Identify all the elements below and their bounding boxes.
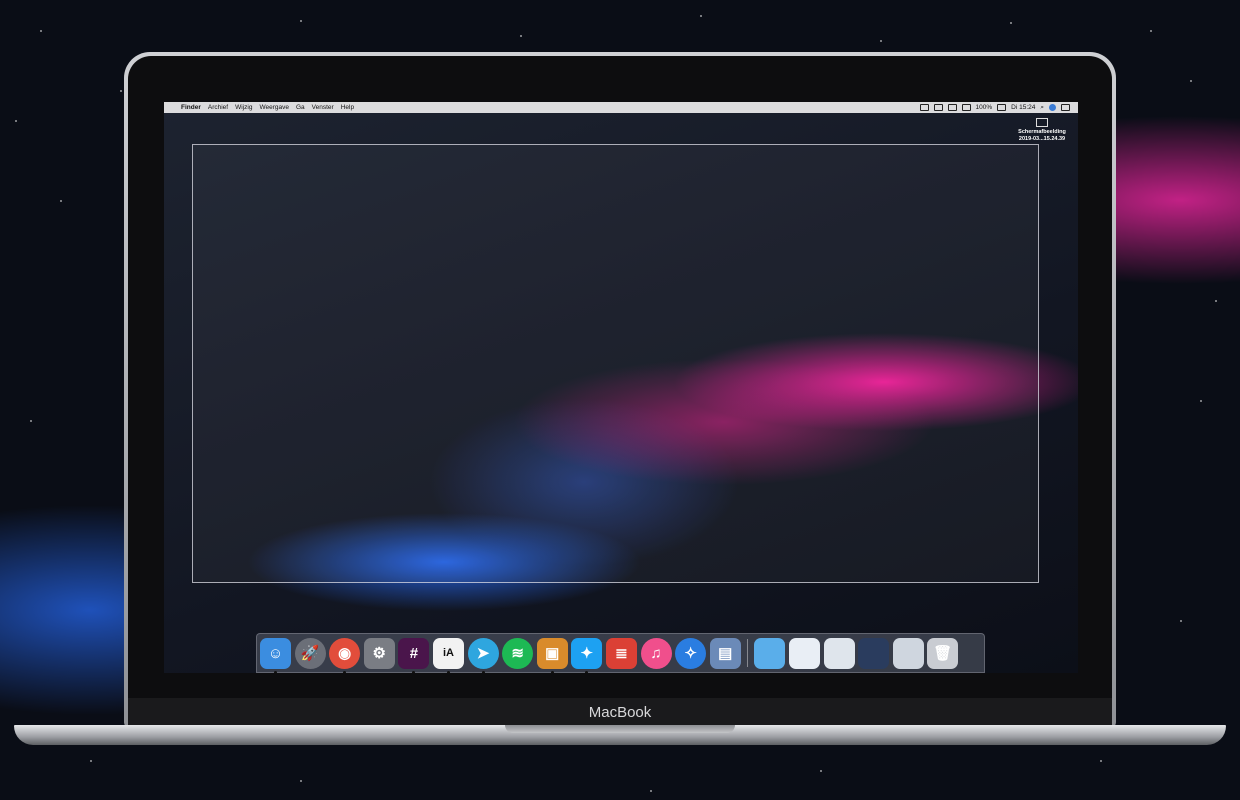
macos-screen: Finder Archief Wijzig Weergave Ga Venste… bbox=[164, 102, 1078, 673]
running-indicator bbox=[550, 670, 554, 673]
minimized-window-icon[interactable] bbox=[823, 637, 855, 669]
safari-icon[interactable]: ✧ bbox=[675, 637, 707, 669]
menu-help[interactable]: Help bbox=[341, 102, 354, 113]
desktop-file[interactable]: Schermafbeelding 2019-03...15.24.39 bbox=[1012, 118, 1072, 143]
star bbox=[1200, 400, 1202, 402]
dock: ☺ 🚀 ◉ ⚙ # iA ➤ ≋ ▣ ✦ ≣ ♫ ✧ ▤ 🗑 bbox=[256, 633, 985, 673]
star bbox=[700, 15, 702, 17]
running-indicator bbox=[412, 670, 416, 673]
star bbox=[90, 760, 92, 762]
airplay-icon[interactable] bbox=[919, 104, 929, 111]
bottom-bezel: MacBook bbox=[128, 698, 1112, 726]
menu-finder[interactable]: Finder bbox=[181, 102, 201, 113]
trash-icon[interactable]: 🗑 bbox=[927, 637, 959, 669]
star bbox=[120, 90, 122, 92]
star bbox=[1100, 760, 1102, 762]
screenshot-selection-rectangle[interactable] bbox=[192, 144, 1039, 583]
star bbox=[300, 20, 302, 22]
spotlight-icon[interactable]: ⌕ bbox=[1040, 104, 1044, 112]
itunes-icon[interactable]: ♫ bbox=[640, 637, 672, 669]
star bbox=[15, 120, 17, 122]
siri-icon[interactable] bbox=[1049, 104, 1056, 111]
preview-icon[interactable]: ▣ bbox=[536, 637, 568, 673]
chrome-icon[interactable]: ◉ bbox=[329, 637, 361, 673]
menu-venster[interactable]: Venster bbox=[312, 102, 334, 113]
minimized-window-icon[interactable] bbox=[858, 637, 890, 669]
slack-icon[interactable]: # bbox=[398, 637, 430, 673]
spotify-icon[interactable]: ≋ bbox=[502, 637, 534, 669]
menu-weergave[interactable]: Weergave bbox=[259, 102, 289, 113]
volume-icon[interactable] bbox=[961, 104, 971, 111]
menu-ga[interactable]: Ga bbox=[296, 102, 305, 113]
finder-icon[interactable]: ☺ bbox=[260, 637, 291, 673]
running-indicator bbox=[446, 670, 450, 673]
menu-wijzig[interactable]: Wijzig bbox=[235, 102, 252, 113]
dock-separator bbox=[747, 639, 749, 667]
todoist-icon[interactable]: ≣ bbox=[605, 637, 637, 669]
file-name-line1: Schermafbeelding bbox=[1018, 129, 1066, 135]
star bbox=[1150, 30, 1152, 32]
system-preferences-icon[interactable]: ⚙ bbox=[363, 637, 395, 669]
star bbox=[40, 30, 42, 32]
battery-icon[interactable] bbox=[997, 104, 1007, 111]
macbook-label: MacBook bbox=[588, 704, 652, 721]
folder-icon[interactable] bbox=[754, 637, 786, 669]
wifi-icon[interactable] bbox=[947, 104, 957, 111]
star bbox=[820, 770, 822, 772]
status-area: 100% Di 15:24 ⌕ bbox=[919, 104, 1078, 112]
menu-bar: Finder Archief Wijzig Weergave Ga Venste… bbox=[164, 102, 1078, 113]
ia-writer-icon[interactable]: iA bbox=[432, 637, 464, 673]
running-indicator bbox=[585, 670, 589, 673]
star bbox=[300, 780, 302, 782]
star bbox=[880, 40, 882, 42]
twitter-icon[interactable]: ✦ bbox=[571, 637, 603, 673]
menu-archief[interactable]: Archief bbox=[208, 102, 228, 113]
star bbox=[30, 420, 32, 422]
launchpad-icon[interactable]: 🚀 bbox=[294, 637, 326, 669]
star bbox=[1190, 80, 1192, 82]
telegram-icon[interactable]: ➤ bbox=[467, 637, 499, 673]
battery-percentage[interactable]: 100% bbox=[976, 104, 993, 111]
star bbox=[1010, 22, 1012, 24]
image-capture-icon[interactable]: ▤ bbox=[709, 637, 741, 669]
star bbox=[60, 200, 62, 202]
bluetooth-icon[interactable] bbox=[933, 104, 943, 111]
star bbox=[1180, 620, 1182, 622]
minimized-window-icon[interactable] bbox=[892, 637, 924, 669]
star bbox=[650, 790, 652, 792]
running-indicator bbox=[343, 670, 347, 673]
star bbox=[1215, 300, 1217, 302]
file-name-line2: 2019-03...15.24.39 bbox=[1018, 136, 1066, 142]
menu-clock[interactable]: Di 15:24 bbox=[1011, 104, 1035, 111]
running-indicator bbox=[274, 670, 277, 673]
opening-notch bbox=[505, 725, 735, 733]
screenshot-file-icon bbox=[1036, 118, 1048, 127]
running-indicator bbox=[481, 670, 485, 673]
star bbox=[520, 35, 522, 37]
minimized-window-icon[interactable] bbox=[788, 637, 820, 669]
notification-center-icon[interactable] bbox=[1061, 104, 1070, 111]
